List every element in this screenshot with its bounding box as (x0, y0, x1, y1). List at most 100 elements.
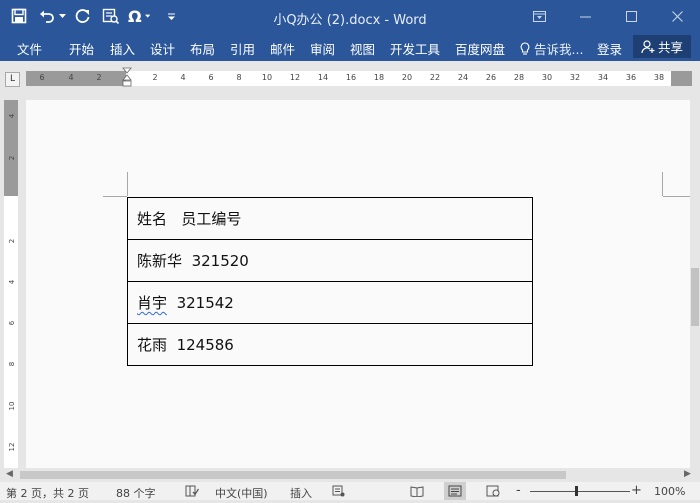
cell-id: 321542 (176, 294, 234, 312)
ruler-number: 2 (96, 73, 102, 82)
crop-mark (127, 172, 128, 196)
proofing-icon[interactable] (185, 485, 200, 500)
print-layout-icon (448, 485, 462, 497)
redo-button[interactable] (72, 4, 94, 28)
ruler-number: 32 (569, 73, 581, 82)
read-mode-icon (410, 486, 424, 498)
add-person-icon (641, 39, 655, 53)
vertical-scroll-thumb[interactable] (691, 268, 699, 326)
web-layout-button[interactable] (486, 485, 500, 500)
title-bar: Ω 小Q办公 (2).docx - Word (0, 0, 700, 33)
ruler-number: 2 (152, 73, 158, 82)
tab-mailings[interactable]: 邮件 (270, 39, 295, 58)
ruler-number: 22 (429, 73, 441, 82)
tab-developer[interactable]: 开发工具 (390, 39, 440, 58)
table-cell[interactable]: 姓名 员工编号 (127, 197, 533, 240)
ruler-number: 6 (208, 73, 214, 82)
ruler-right-margin (671, 71, 692, 86)
insert-mode[interactable]: 插入 (290, 485, 312, 501)
table-cell[interactable]: 肖宇 321542 (127, 281, 533, 324)
table-cell[interactable]: 花雨 124586 (127, 323, 533, 366)
ruler-number: 12 (8, 442, 16, 452)
maximize-button[interactable] (608, 0, 654, 33)
tell-me-label: 告诉我... (534, 42, 584, 57)
minimize-icon (579, 16, 591, 18)
tab-view[interactable]: 视图 (350, 39, 375, 58)
print-preview-button[interactable] (100, 4, 122, 28)
tab-layout[interactable]: 布局 (190, 39, 215, 58)
vertical-ruler[interactable]: 4 2 2 4 6 8 10 12 (4, 100, 18, 468)
indent-markers-icon[interactable] (122, 67, 132, 90)
horizontal-scrollbar[interactable]: ◀ ▶ (0, 468, 700, 482)
close-button[interactable] (654, 0, 700, 33)
table-row: 花雨 124586 (127, 323, 533, 366)
ruler-number: 26 (485, 73, 497, 82)
save-button[interactable] (8, 4, 30, 28)
zoom-level[interactable]: 100% (654, 485, 685, 498)
ruler-number: 8 (236, 73, 242, 82)
undo-dropdown[interactable] (58, 4, 66, 28)
web-layout-icon (486, 485, 500, 497)
undo-button[interactable] (36, 4, 58, 28)
cell-id: 124586 (176, 336, 234, 354)
page-count[interactable]: 第 2 页，共 2 页 (6, 485, 89, 501)
sign-in-link[interactable]: 登录 (597, 39, 622, 58)
ruler-number: 2 (8, 155, 16, 161)
cell-id: 321520 (191, 252, 249, 270)
horizontal-ruler[interactable]: L 6 4 2 2 4 6 8 10 12 14 16 18 20 22 24 … (0, 67, 700, 90)
scroll-right-icon[interactable]: ▶ (684, 469, 691, 479)
table-cell[interactable]: 陈新华 321520 (127, 239, 533, 282)
ruler-number: 4 (68, 73, 74, 82)
language-indicator[interactable]: 中文(中国) (215, 485, 268, 501)
macro-record-icon[interactable] (332, 485, 345, 500)
horizontal-scroll-thumb[interactable] (20, 471, 566, 479)
tab-design[interactable]: 设计 (150, 39, 175, 58)
chevron-down-icon (58, 13, 66, 18)
print-layout-button[interactable] (444, 482, 466, 500)
customize-qat-button[interactable] (160, 4, 182, 28)
scroll-left-icon[interactable]: ◀ (6, 469, 13, 479)
tab-selector[interactable]: L (5, 72, 20, 87)
word-count[interactable]: 88 个字 (116, 485, 156, 501)
tell-me-search[interactable]: 告诉我... (520, 39, 583, 58)
cell-name: 肖宇 (137, 294, 168, 312)
tab-review[interactable]: 审阅 (310, 39, 335, 58)
insert-symbol-button[interactable]: Ω (128, 4, 150, 28)
ruler-number: 14 (317, 73, 329, 82)
ribbon-display-options-button[interactable] (516, 0, 562, 33)
cell-name: 花雨 (137, 336, 168, 354)
employee-table[interactable]: 姓名 员工编号 陈新华 321520 肖宇 321542 花雨 124586 (127, 197, 533, 366)
tab-home[interactable]: 开始 (69, 39, 94, 58)
ruler-number: 30 (541, 73, 553, 82)
ribbon-tabs: 文件 开始 插入 设计 布局 引用 邮件 审阅 视图 开发工具 百度网盘 告诉我… (0, 33, 700, 61)
tab-references[interactable]: 引用 (230, 39, 255, 58)
minimize-button[interactable] (562, 0, 608, 33)
ruler-number: 8 (8, 361, 16, 367)
zoom-in-button[interactable]: + (631, 483, 642, 498)
crop-mark (103, 196, 127, 197)
read-mode-button[interactable] (410, 485, 424, 500)
cell-id: 员工编号 (181, 210, 242, 228)
print-preview-icon (102, 8, 120, 24)
tab-file[interactable]: 文件 (17, 39, 42, 58)
close-icon (671, 11, 683, 22)
document-page[interactable]: 姓名 员工编号 陈新华 321520 肖宇 321542 花雨 124586 (26, 100, 690, 468)
ruler-number: 20 (401, 73, 413, 82)
table-row: 陈新华 321520 (127, 239, 533, 282)
vertical-scrollbar[interactable] (690, 100, 700, 468)
book-check-icon (185, 485, 200, 497)
redo-icon (75, 9, 90, 23)
ruler-number: 18 (373, 73, 385, 82)
zoom-slider-knob[interactable] (575, 486, 578, 496)
zoom-slider[interactable] (530, 491, 630, 492)
table-row: 肖宇 321542 (127, 281, 533, 324)
ruler-number: 4 (180, 73, 186, 82)
symbol-icon: Ω (128, 6, 142, 26)
quick-access-toolbar: Ω (8, 4, 188, 28)
tab-baidu-netdisk[interactable]: 百度网盘 (455, 39, 505, 58)
share-button[interactable]: 共享 (633, 35, 691, 58)
ruler-number: 12 (289, 73, 301, 82)
cell-name: 姓名 (137, 210, 168, 228)
tab-insert[interactable]: 插入 (110, 39, 135, 58)
zoom-out-button[interactable]: - (516, 483, 521, 498)
